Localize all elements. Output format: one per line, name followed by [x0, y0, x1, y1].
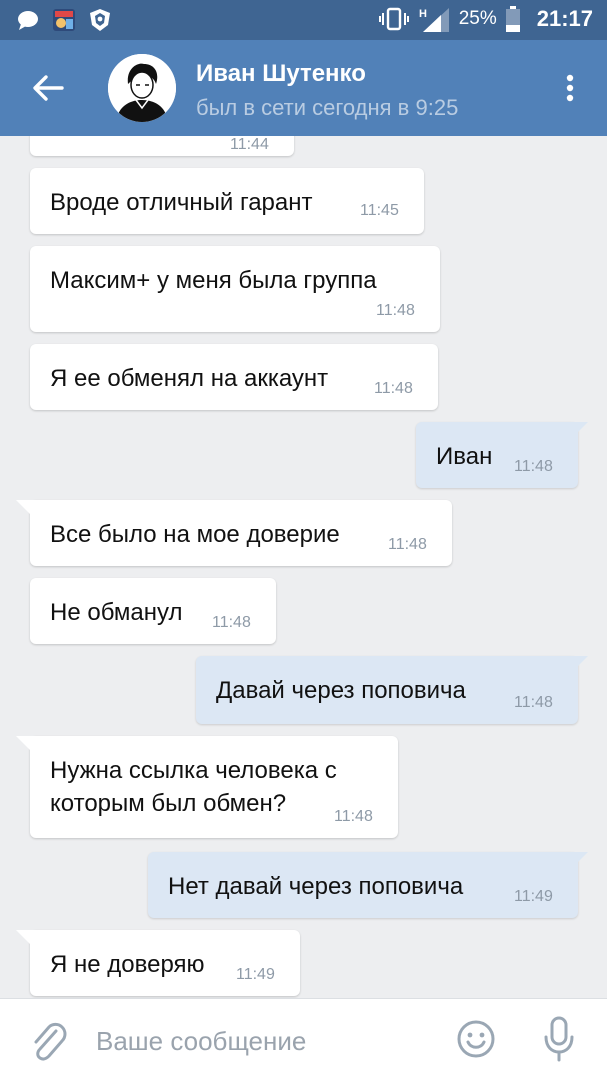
- message-outgoing[interactable]: Давай через поповича 11:48: [196, 656, 588, 724]
- chat-header: Иван Шутенко был в сети сегодня в 9:25: [0, 40, 607, 136]
- message-text-line-2: которым был обмен?: [50, 790, 287, 817]
- message-time: 11:49: [514, 888, 553, 905]
- bubble-tail: [16, 930, 38, 952]
- microphone-icon[interactable]: [542, 1015, 576, 1063]
- message-time: 11:48: [388, 536, 427, 553]
- message-text: Я не доверяю: [50, 951, 205, 978]
- message-time: 11:48: [334, 808, 373, 825]
- message-time: 11:48: [374, 380, 413, 397]
- message-time: 11:45: [360, 202, 399, 219]
- shield-app-icon: [90, 9, 110, 31]
- message-time: 11:44: [230, 136, 269, 153]
- vibrate-icon: [378, 7, 409, 31]
- emoji-icon[interactable]: [456, 1019, 496, 1059]
- signal-icon: H: [419, 8, 449, 32]
- message-incoming[interactable]: 11:44: [30, 136, 294, 156]
- message-text: Максим+ у меня была группа: [50, 267, 377, 294]
- message-text: Иван: [436, 443, 493, 470]
- message-list[interactable]: 11:44 Вроде отличный гарант 11:45 Максим…: [0, 136, 607, 998]
- message-text: Не обманул: [50, 599, 183, 626]
- message-incoming[interactable]: Все было на мое доверие 11:48: [16, 500, 452, 566]
- message-text: Давай через поповича: [216, 677, 466, 704]
- status-bar: H 25% 21:17: [0, 0, 607, 40]
- message-time: 11:49: [236, 966, 275, 983]
- message-incoming[interactable]: Максим+ у меня была группа 11:48: [30, 246, 440, 332]
- bubble-tail: [566, 422, 588, 444]
- bubble-tail: [566, 852, 588, 874]
- message-incoming[interactable]: Не обманул 11:48: [30, 578, 276, 644]
- bubble-tail: [16, 500, 38, 522]
- more-vertical-icon[interactable]: [552, 68, 588, 108]
- paperclip-icon[interactable]: [28, 1019, 68, 1063]
- message-input[interactable]: [96, 1021, 436, 1061]
- back-arrow-icon[interactable]: [28, 68, 68, 108]
- message-text: Все было на мое доверие: [50, 521, 340, 548]
- message-time: 11:48: [376, 302, 415, 319]
- last-seen-status: был в сети сегодня в 9:25: [196, 95, 459, 120]
- message-time: 11:48: [514, 694, 553, 711]
- battery-icon: [505, 6, 520, 32]
- message-outgoing[interactable]: Нет давай через поповича 11:49: [148, 852, 588, 918]
- message-text: Я ее обменял на аккаунт: [50, 365, 329, 392]
- message-compose-bar: [0, 998, 607, 1080]
- battery-percent: 25%: [458, 8, 497, 29]
- avatar[interactable]: [108, 54, 176, 122]
- message-incoming[interactable]: Вроде отличный гарант 11:45: [30, 168, 424, 234]
- message-text: Нет давай через поповича: [168, 873, 464, 900]
- game-app-icon: [53, 9, 75, 31]
- message-time: 11:48: [514, 458, 553, 475]
- message-incoming[interactable]: Я ее обменял на аккаунт 11:48: [30, 344, 438, 410]
- message-outgoing[interactable]: Иван 11:48: [416, 422, 588, 488]
- message-time: 11:48: [212, 614, 251, 631]
- contact-name[interactable]: Иван Шутенко: [196, 60, 366, 88]
- bubble-tail: [566, 656, 588, 678]
- message-incoming[interactable]: Я не доверяю 11:49: [16, 930, 300, 996]
- chat-bubble-icon: [18, 11, 38, 30]
- bubble-tail: [16, 736, 38, 758]
- message-text: Вроде отличный гарант: [50, 189, 313, 216]
- clock: 21:17: [536, 6, 593, 31]
- network-type: H: [419, 8, 427, 20]
- message-text-line-1: Нужна ссылка человека с: [50, 757, 337, 784]
- message-incoming[interactable]: Нужна ссылка человека с которым был обме…: [16, 736, 398, 838]
